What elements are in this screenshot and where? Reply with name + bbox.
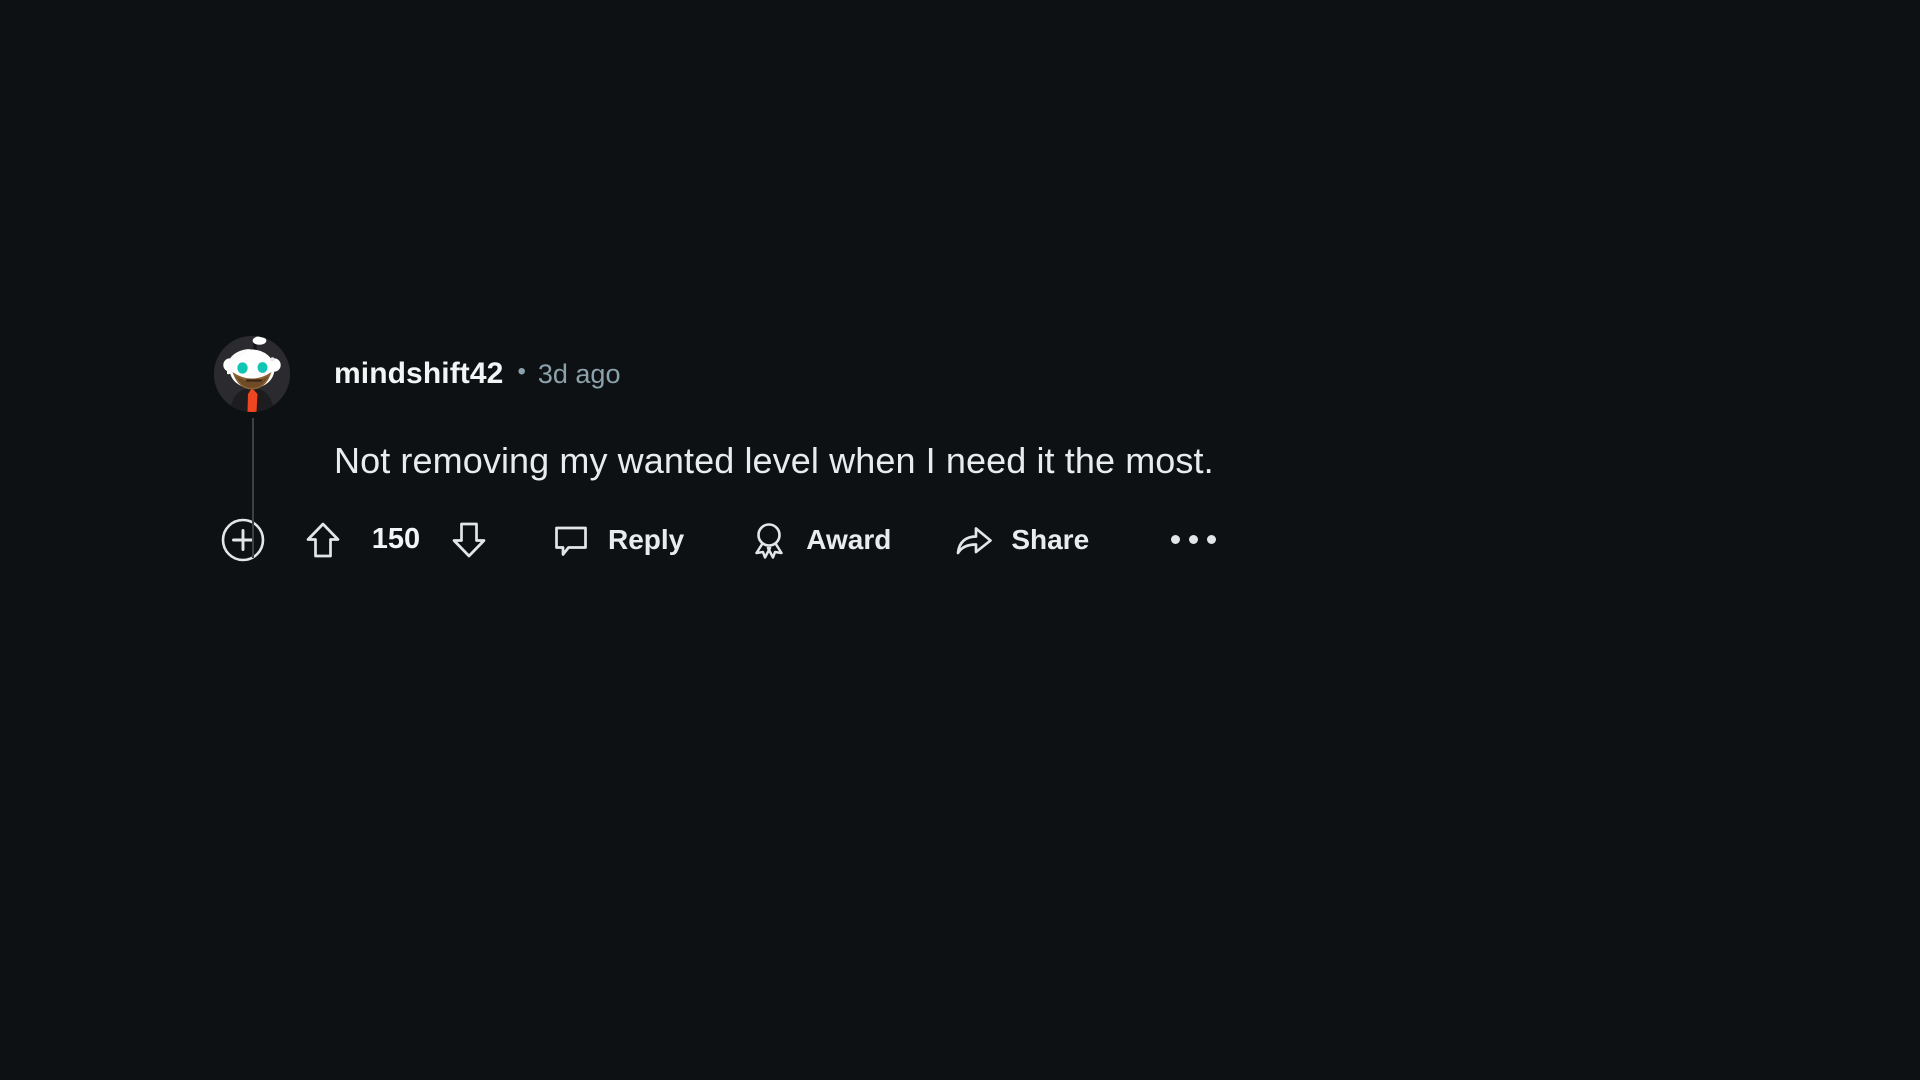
award-label: Award: [806, 523, 892, 555]
screen-root: mindshift42 • 3d ago Not removing my wan…: [0, 0, 1920, 1080]
share-label: Share: [1011, 523, 1090, 555]
share-arrow-icon: [953, 519, 995, 561]
upvote-arrow-icon[interactable]: [296, 513, 350, 567]
share-button[interactable]: Share: [953, 511, 1089, 569]
comment-thread-item: mindshift42 • 3d ago Not removing my wan…: [214, 336, 1714, 572]
reddit-snoo-avatar[interactable]: [214, 336, 290, 412]
comment-action-bar: 150 Reply Award Share: [214, 508, 1714, 572]
metadata-separator-dot: •: [517, 358, 526, 385]
vote-group: 150: [296, 513, 496, 567]
award-button[interactable]: Award: [748, 511, 891, 569]
reply-label: Reply: [608, 523, 685, 555]
thread-collapse-line[interactable]: [252, 418, 254, 558]
plus-circle-icon[interactable]: [214, 511, 272, 569]
avatar-container: [214, 336, 290, 558]
comment-header: mindshift42 • 3d ago: [214, 336, 1714, 558]
vote-score: 150: [371, 523, 421, 556]
comment-bubble-icon: [550, 519, 592, 561]
more-horizontal-icon: [1159, 511, 1228, 569]
comment-timestamp: 3d ago: [537, 358, 621, 389]
reply-button[interactable]: Reply: [550, 511, 684, 569]
comment-author-username[interactable]: mindshift42: [334, 357, 503, 391]
downvote-arrow-icon[interactable]: [442, 513, 496, 567]
comment-body-text: Not removing my wanted level when I need…: [334, 440, 1214, 481]
award-ribbon-icon: [748, 519, 790, 561]
more-options-button[interactable]: [1159, 511, 1228, 569]
